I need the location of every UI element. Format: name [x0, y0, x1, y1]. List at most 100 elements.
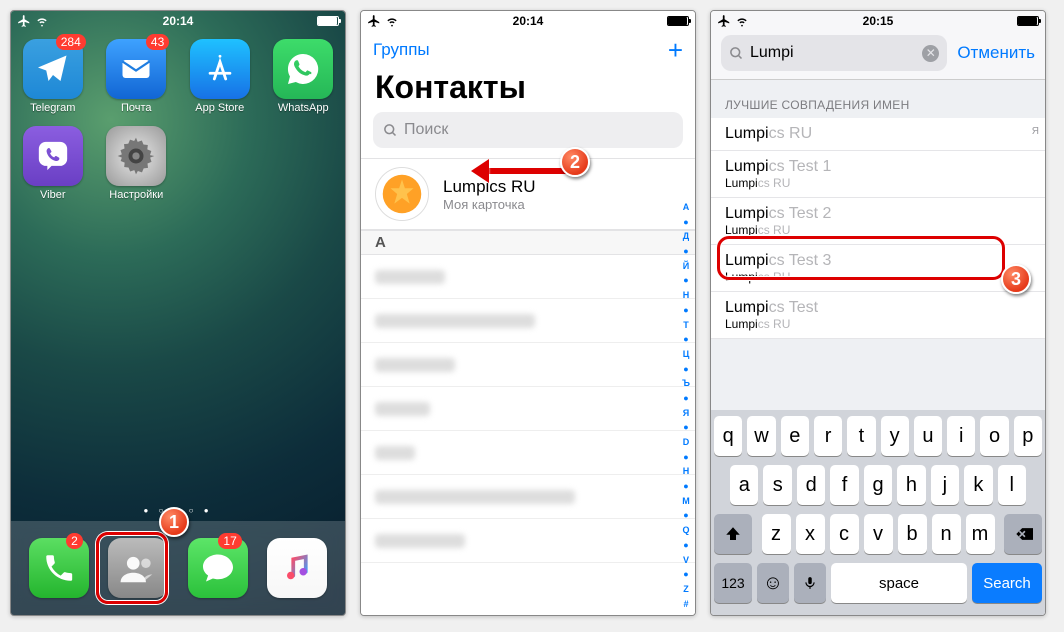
key-delete[interactable]	[1004, 514, 1042, 554]
search-input[interactable]: Lumpi ✕	[721, 35, 947, 71]
search-query: Lumpi	[750, 44, 916, 62]
contact-row[interactable]	[361, 431, 695, 475]
clear-search-button[interactable]: ✕	[922, 45, 939, 62]
contact-row[interactable]	[361, 299, 695, 343]
key-z[interactable]: z	[762, 514, 791, 554]
search-result-row[interactable]: Lumpics Test 3Lumpics RU	[711, 245, 1045, 292]
key-q[interactable]: q	[714, 416, 742, 456]
app-settings[interactable]: Настройки	[97, 126, 175, 201]
battery-icon	[1017, 16, 1039, 26]
search-result-row[interactable]: Lumpics Test 1Lumpics RU	[711, 151, 1045, 198]
search-result-row[interactable]: Lumpics RUЯ	[711, 118, 1045, 151]
key-o[interactable]: o	[980, 416, 1008, 456]
results-section-header: ЛУЧШИЕ СОВПАДЕНИЯ ИМЕН	[711, 80, 1045, 118]
contact-row[interactable]	[361, 519, 695, 563]
status-time: 20:14	[11, 14, 345, 28]
badge: 43	[146, 34, 169, 50]
dock-contacts[interactable]	[108, 538, 168, 598]
app-label: Настройки	[109, 189, 163, 201]
badge: 284	[56, 34, 86, 50]
key-d[interactable]: d	[797, 465, 825, 505]
key-v[interactable]: v	[864, 514, 893, 554]
app-label: Telegram	[30, 102, 75, 114]
cancel-button[interactable]: Отменить	[957, 43, 1035, 63]
status-bar: 20:14	[361, 11, 695, 31]
app-mail[interactable]: 43 Почта	[97, 39, 175, 114]
search-icon	[729, 46, 744, 61]
key-g[interactable]: g	[864, 465, 892, 505]
nav-bar: Группы +	[361, 31, 695, 67]
search-nav: Lumpi ✕ Отменить	[711, 31, 1045, 80]
battery-icon	[667, 16, 689, 26]
key-f[interactable]: f	[830, 465, 858, 505]
key-x[interactable]: x	[796, 514, 825, 554]
key-l[interactable]: l	[998, 465, 1026, 505]
my-card-subtitle: Моя карточка	[443, 197, 536, 212]
key-search[interactable]: Search	[972, 563, 1042, 603]
status-time: 20:14	[361, 14, 695, 28]
search-icon	[383, 123, 398, 138]
search-field[interactable]: Поиск	[373, 112, 683, 148]
key-b[interactable]: b	[898, 514, 927, 554]
status-time: 20:15	[711, 14, 1045, 28]
contact-row[interactable]	[361, 475, 695, 519]
key-y[interactable]: y	[881, 416, 909, 456]
key-i[interactable]: i	[947, 416, 975, 456]
contact-row[interactable]	[361, 343, 695, 387]
phone-search-screen: 20:15 Lumpi ✕ Отменить ЛУЧШИЕ СОВПАДЕНИЯ…	[710, 10, 1046, 616]
key-h[interactable]: h	[897, 465, 925, 505]
contact-row[interactable]	[361, 255, 695, 299]
key-r[interactable]: r	[814, 416, 842, 456]
status-bar: 20:15	[711, 11, 1045, 31]
app-viber[interactable]: Viber	[14, 126, 92, 201]
key-e[interactable]: e	[781, 416, 809, 456]
search-result-row[interactable]: Lumpics TestLumpics RU	[711, 292, 1045, 339]
key-m[interactable]: m	[966, 514, 995, 554]
callout-1: 1	[159, 507, 189, 537]
app-label: App Store	[195, 102, 244, 114]
home-app-grid: 284 Telegram 43 Почта App Store WhatsApp…	[11, 31, 345, 201]
key-u[interactable]: u	[914, 416, 942, 456]
battery-icon	[317, 16, 339, 26]
index-rail[interactable]: А●Д●Й●Н●Т●Ц●Ъ●Я●D●H●M●Q●V●Z#	[678, 203, 694, 609]
search-placeholder: Поиск	[404, 121, 448, 139]
callout-3: 3	[1001, 264, 1031, 294]
key-a[interactable]: a	[730, 465, 758, 505]
app-label: Почта	[121, 102, 152, 114]
app-appstore[interactable]: App Store	[181, 39, 259, 114]
keyboard: qwertyuiop asdfghjkl zxcvbnm 123 ☺ space…	[711, 410, 1045, 615]
app-label: WhatsApp	[278, 102, 329, 114]
phone-home-screen: 20:14 284 Telegram 43 Почта App Store	[10, 10, 346, 616]
status-bar: 20:14	[11, 11, 345, 31]
page-title: Контакты	[361, 67, 695, 112]
avatar	[375, 167, 429, 221]
groups-link[interactable]: Группы	[373, 40, 430, 60]
key-space[interactable]: space	[831, 563, 967, 603]
app-label: Viber	[40, 189, 65, 201]
app-telegram[interactable]: 284 Telegram	[14, 39, 92, 114]
key-n[interactable]: n	[932, 514, 961, 554]
key-s[interactable]: s	[763, 465, 791, 505]
key-dictation[interactable]	[794, 563, 826, 603]
dock-music[interactable]	[267, 538, 327, 598]
key-emoji[interactable]: ☺	[757, 563, 789, 603]
badge: 17	[218, 533, 241, 549]
key-t[interactable]: t	[847, 416, 875, 456]
dock-messages[interactable]: 17	[188, 538, 248, 598]
phone-contacts-screen: 20:14 Группы + Контакты Поиск Lumpics RU…	[360, 10, 696, 616]
app-whatsapp[interactable]: WhatsApp	[264, 39, 342, 114]
badge: 2	[66, 533, 83, 549]
key-numbers[interactable]: 123	[714, 563, 752, 603]
section-header: A	[361, 230, 695, 255]
key-shift[interactable]	[714, 514, 752, 554]
add-contact-button[interactable]: +	[668, 37, 683, 63]
key-w[interactable]: w	[747, 416, 775, 456]
contact-row[interactable]	[361, 387, 695, 431]
search-result-row[interactable]: Lumpics Test 2Lumpics RU	[711, 198, 1045, 245]
key-k[interactable]: k	[964, 465, 992, 505]
dock-phone[interactable]: 2	[29, 538, 89, 598]
key-p[interactable]: p	[1014, 416, 1042, 456]
key-c[interactable]: c	[830, 514, 859, 554]
key-j[interactable]: j	[931, 465, 959, 505]
callout-2: 2	[560, 147, 590, 177]
